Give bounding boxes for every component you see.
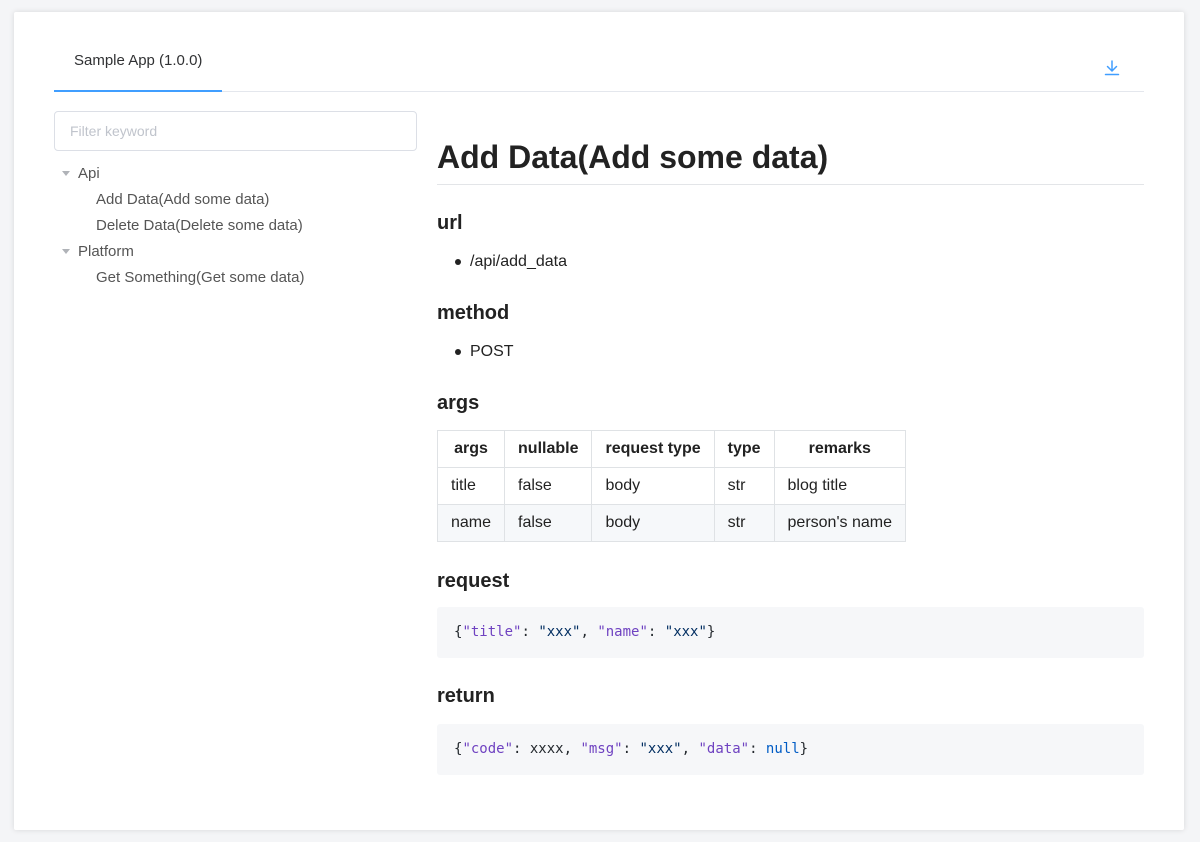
- table-cell: false: [504, 504, 593, 542]
- page-title: Add Data(Add some data): [437, 122, 1144, 185]
- code-token: :: [749, 741, 766, 757]
- tree-item-add-data[interactable]: Add Data(Add some data): [54, 187, 417, 213]
- column-header: type: [713, 430, 775, 468]
- table-cell: person's name: [773, 504, 906, 542]
- tab-sample-app[interactable]: Sample App (1.0.0): [54, 42, 223, 92]
- code-token: "xxx": [639, 741, 682, 757]
- code-token: : xxxx,: [513, 741, 581, 757]
- table-row: name false body str person's name: [436, 504, 906, 542]
- code-token: "xxx": [538, 624, 581, 640]
- return-code-block: {"code": xxxx, "msg": "xxx", "data": nul…: [437, 724, 1144, 775]
- code-token: }: [706, 624, 716, 640]
- code-token: "xxx": [664, 624, 707, 640]
- table-cell: false: [504, 467, 593, 505]
- tree-node-api[interactable]: Api: [54, 161, 417, 187]
- method-heading: method: [437, 302, 510, 324]
- table-cell: str: [713, 504, 775, 542]
- tree-node-platform[interactable]: Platform: [54, 239, 417, 265]
- table-cell: name: [436, 504, 506, 542]
- column-header: remarks: [773, 430, 906, 468]
- table-row: title false body str blog title: [436, 467, 906, 505]
- code-token: "name": [597, 624, 648, 640]
- table-cell: str: [713, 467, 775, 505]
- code-token: :: [647, 624, 665, 640]
- code-token: "msg": [580, 741, 623, 757]
- code-token: null: [765, 741, 800, 757]
- args-heading: args: [437, 392, 480, 414]
- app-card: Sample App (1.0.0) Api Add Data(Add some…: [14, 12, 1184, 830]
- column-header: request type: [591, 430, 715, 468]
- code-token: "data": [698, 741, 750, 757]
- tab-bar: Sample App (1.0.0): [54, 42, 1144, 92]
- tree-item-get-something[interactable]: Get Something(Get some data): [54, 265, 417, 291]
- tree-node-label: Api: [78, 165, 100, 182]
- column-header: nullable: [504, 430, 593, 468]
- return-heading: return: [437, 685, 495, 707]
- code-token: :: [622, 741, 640, 757]
- filter-keyword-input[interactable]: [54, 111, 417, 151]
- download-icon[interactable]: [1102, 58, 1122, 78]
- doc-content: Add Data(Add some data) url /api/add_dat…: [436, 122, 1144, 775]
- column-header: args: [436, 430, 506, 468]
- api-tree: Api Add Data(Add some data) Delete Data(…: [54, 161, 417, 291]
- method-value: POST: [437, 342, 1144, 362]
- code-token: "title": [462, 624, 522, 640]
- request-heading: request: [437, 570, 510, 592]
- code-token: }: [799, 741, 809, 757]
- sidebar: Api Add Data(Add some data) Delete Data(…: [54, 111, 417, 291]
- code-token: ,: [681, 741, 699, 757]
- caret-down-icon: [62, 171, 70, 176]
- table-cell: body: [591, 504, 715, 542]
- table-cell: blog title: [773, 467, 906, 505]
- caret-down-icon: [62, 249, 70, 254]
- request-code-block: {"title": "xxx", "name": "xxx"}: [437, 607, 1144, 658]
- code-token: ,: [580, 624, 598, 640]
- table-cell: body: [591, 467, 715, 505]
- table-cell: title: [436, 467, 506, 505]
- table-header-row: args nullable request type type remarks: [436, 430, 906, 468]
- url-heading: url: [437, 212, 463, 234]
- args-table: args nullable request type type remarks …: [436, 430, 906, 542]
- code-token: :: [521, 624, 539, 640]
- url-value: /api/add_data: [437, 252, 1144, 272]
- tree-item-delete-data[interactable]: Delete Data(Delete some data): [54, 213, 417, 239]
- tree-node-label: Platform: [78, 243, 134, 260]
- code-token: "code": [462, 741, 514, 757]
